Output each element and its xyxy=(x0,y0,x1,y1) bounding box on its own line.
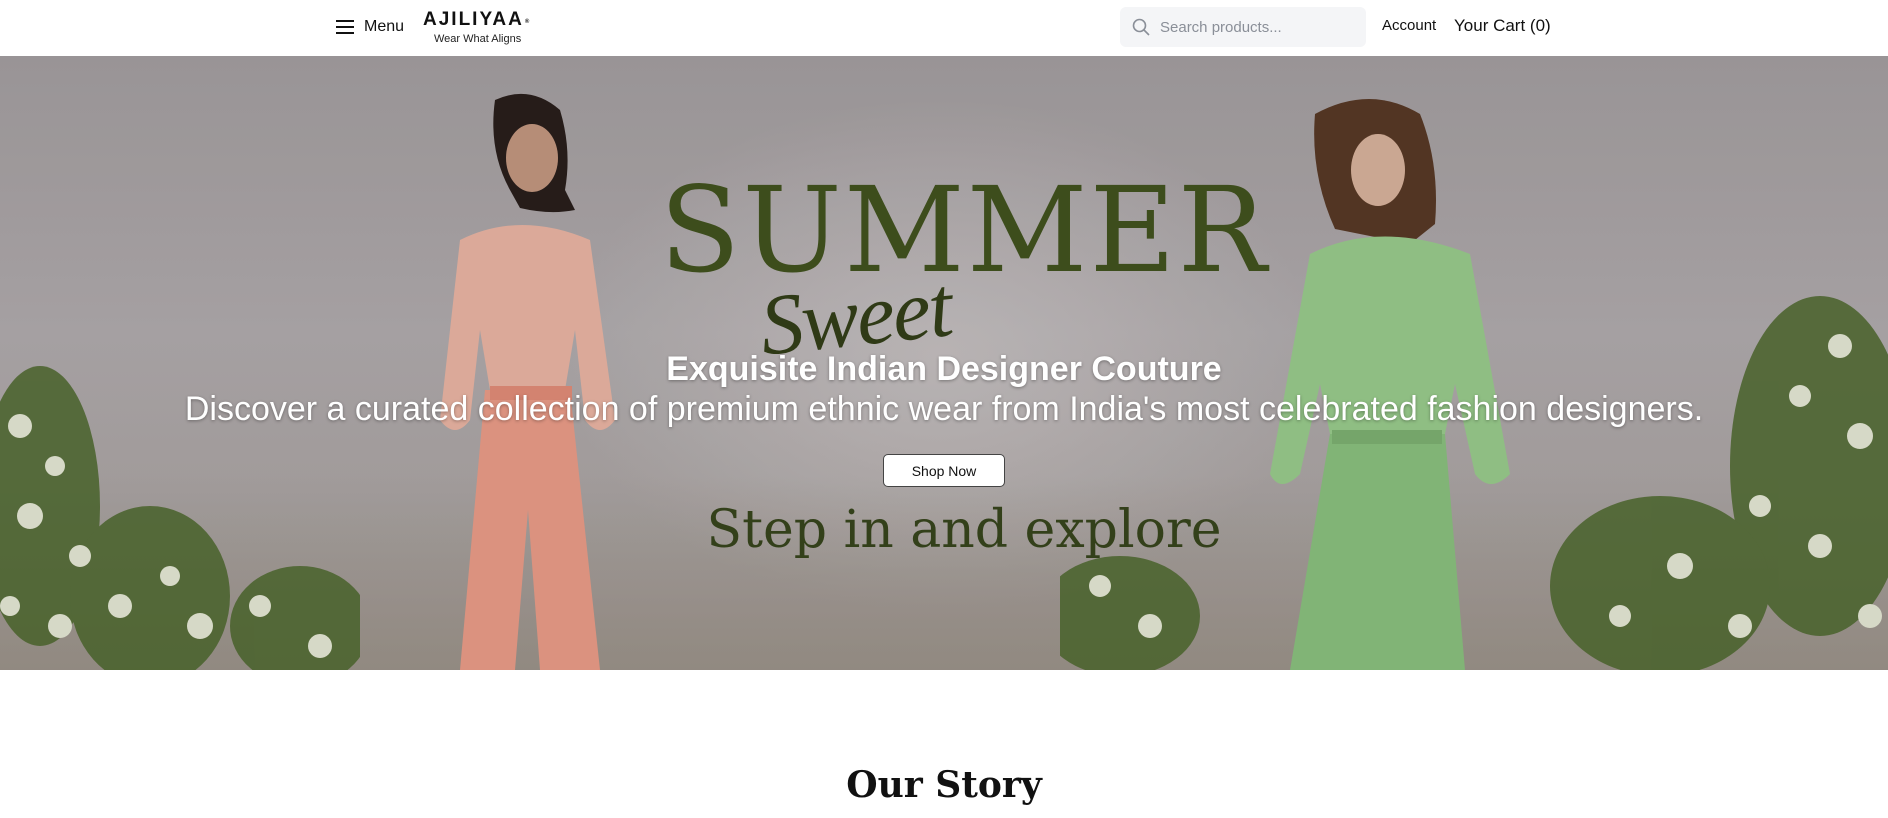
brand-logo[interactable]: AJILIYAA® Wear What Aligns xyxy=(423,9,539,45)
hero-title: Exquisite Indian Designer Couture xyxy=(666,350,1222,388)
cart-link[interactable]: Your Cart (0) xyxy=(1454,16,1551,36)
search-input[interactable] xyxy=(1160,18,1350,36)
hamburger-icon xyxy=(336,20,354,34)
hero-banner: SUMMER Sweet Exquisite Indian Designer C… xyxy=(0,56,1888,670)
logo-wordmark: AJILIYAA® xyxy=(423,9,539,33)
our-story-heading: Our Story xyxy=(846,764,1042,806)
banner-tagline: Step in and explore xyxy=(706,500,1222,560)
logo-text: AJILIYAA xyxy=(423,9,524,30)
search-icon xyxy=(1132,18,1150,36)
logo-registered-mark: ® xyxy=(524,19,530,25)
hero-subtitle: Discover a curated collection of premium… xyxy=(184,390,1704,428)
logo-tagline: Wear What Aligns xyxy=(434,33,522,45)
shop-now-button[interactable]: Shop Now xyxy=(883,454,1005,487)
account-link[interactable]: Account xyxy=(1382,17,1436,34)
site-header: Menu AJILIYAA® Wear What Aligns Account … xyxy=(0,0,1888,56)
search-bar[interactable] xyxy=(1120,7,1366,47)
menu-label: Menu xyxy=(364,18,405,35)
menu-button[interactable]: Menu xyxy=(336,14,404,40)
